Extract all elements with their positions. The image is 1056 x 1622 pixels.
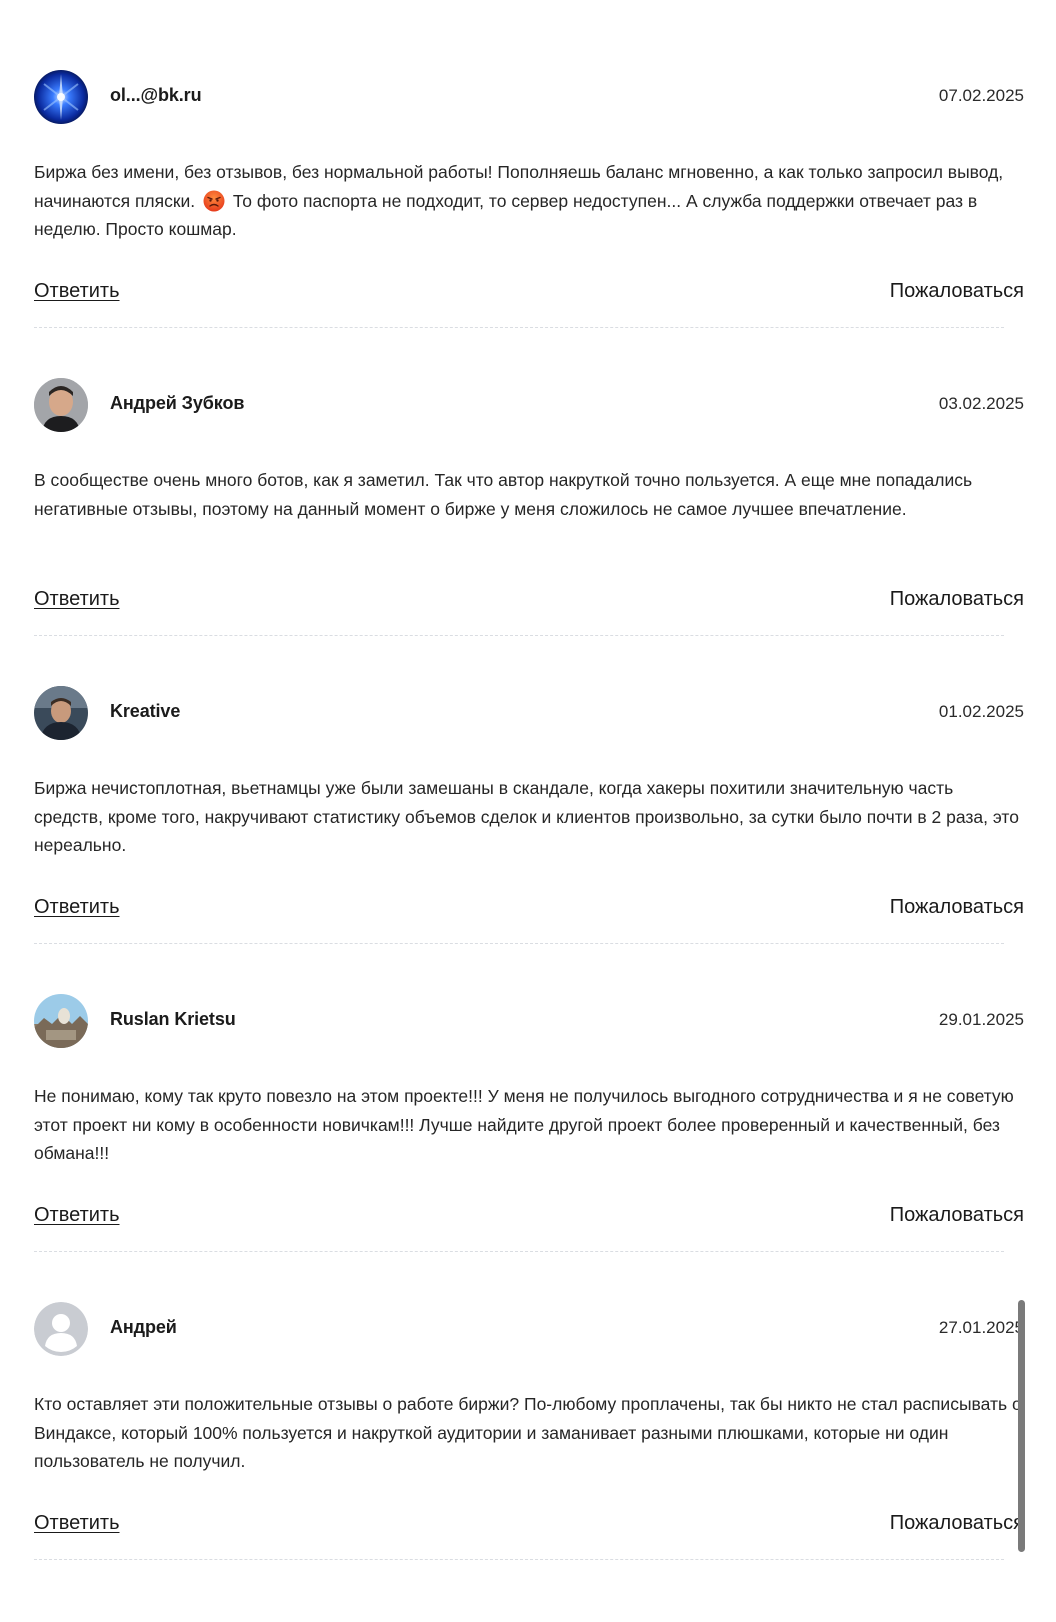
default-avatar-icon [34, 1302, 88, 1356]
author-name: ol...@bk.ru [110, 85, 202, 105]
review-date: 01.02.2025 [938, 702, 1024, 721]
divider [34, 1251, 1004, 1252]
author-name: Андрей Зубков [110, 393, 245, 413]
avatar [34, 378, 88, 432]
avatar [34, 686, 88, 740]
review-actions: Ответить Пожаловаться [34, 280, 1024, 310]
avatar [34, 70, 88, 124]
review-actions: Ответить Пожаловаться [34, 1512, 1024, 1542]
review-header: ol...@bk.ru 07.02.2025 [34, 70, 1024, 124]
review-item: Андрей Зубков 03.02.2025 В сообществе оч… [34, 378, 1024, 698]
review-header: Андрей 27.01.2025 [34, 1302, 1024, 1356]
author-name: Kreative [110, 701, 181, 721]
review-text: В сообществе очень много ботов, как я за… [34, 470, 973, 519]
review-date: 27.01.2025 [938, 1318, 1024, 1337]
review-actions: Ответить Пожаловаться [34, 588, 1024, 618]
author-name: Ruslan Krietsu [110, 1009, 236, 1029]
divider [34, 1559, 1004, 1560]
review-item: Kreative 01.02.2025 Биржа нечистоплотная… [34, 686, 1024, 1006]
reply-link[interactable]: Ответить [34, 280, 120, 303]
review-date: 03.02.2025 [938, 394, 1024, 413]
reply-link[interactable]: Ответить [34, 588, 120, 611]
review-item: Ruslan Krietsu 29.01.2025 Не понимаю, ко… [34, 994, 1024, 1314]
divider [34, 327, 1004, 328]
angry-face-emoji-icon [203, 190, 225, 212]
complain-link[interactable]: Пожаловаться [890, 280, 1024, 303]
complain-link[interactable]: Пожаловаться [890, 896, 1024, 919]
review-header: Kreative 01.02.2025 [34, 686, 1024, 740]
review-text: Не понимаю, кому так круто повезло на эт… [34, 1086, 1014, 1163]
scrollbar[interactable] [1018, 1300, 1025, 1552]
review-text: Биржа нечистоплотная, вьетнамцы уже были… [34, 778, 1019, 855]
reply-link[interactable]: Ответить [34, 896, 120, 919]
reply-link[interactable]: Ответить [34, 1204, 120, 1227]
review-header: Андрей Зубков 03.02.2025 [34, 378, 1024, 432]
review-text: Биржа без имени, без отзывов, без нормал… [34, 158, 1024, 244]
review-date: 07.02.2025 [938, 86, 1024, 105]
complain-link[interactable]: Пожаловаться [890, 588, 1024, 611]
review-header: Ruslan Krietsu 29.01.2025 [34, 994, 1024, 1048]
divider [34, 943, 1004, 944]
complain-link[interactable]: Пожаловаться [890, 1512, 1024, 1535]
review-date: 29.01.2025 [938, 1010, 1024, 1029]
divider [34, 635, 1004, 636]
review-item: Андрей 27.01.2025 Кто оставляет эти поло… [34, 1302, 1024, 1622]
author-name: Андрей [110, 1317, 177, 1337]
review-text: Кто оставляет эти положительные отзывы о… [34, 1394, 1022, 1471]
complain-link[interactable]: Пожаловаться [890, 1204, 1024, 1227]
avatar [34, 994, 88, 1048]
review-item: ol...@bk.ru 07.02.2025 Биржа без имени, … [34, 70, 1024, 390]
review-actions: Ответить Пожаловаться [34, 1204, 1024, 1234]
reply-link[interactable]: Ответить [34, 1512, 120, 1535]
review-actions: Ответить Пожаловаться [34, 896, 1024, 926]
